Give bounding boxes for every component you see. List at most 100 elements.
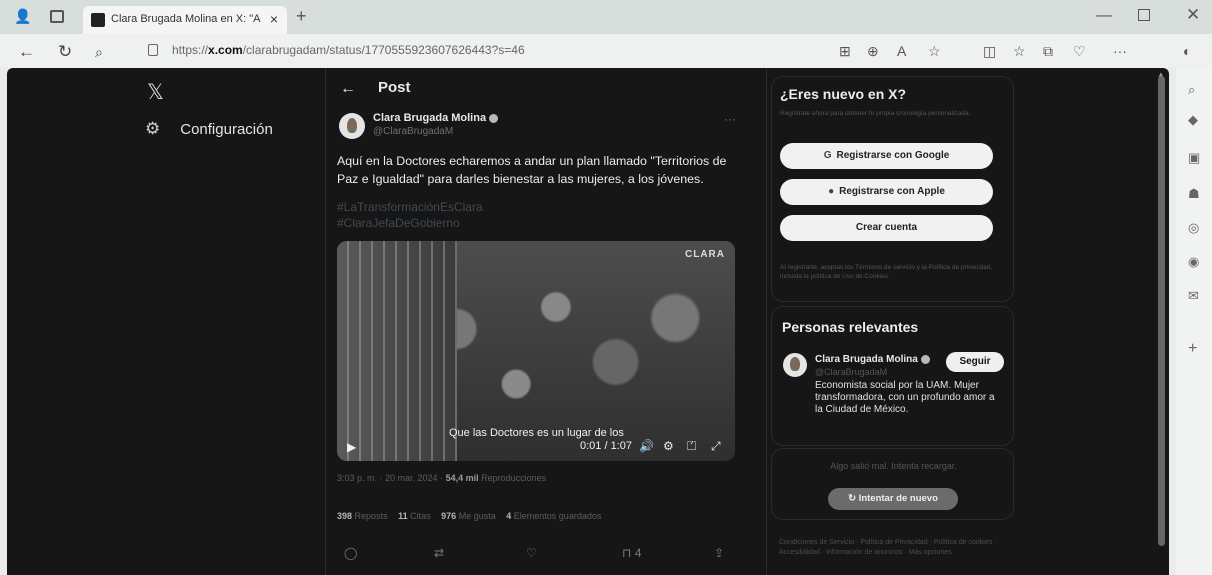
window-close-button[interactable]: ✕	[1186, 5, 1200, 25]
lock-icon[interactable]	[148, 44, 158, 56]
like-icon[interactable]: ♡	[526, 546, 537, 560]
minimize-button[interactable]: —	[1096, 7, 1112, 25]
settings-nav-item[interactable]: ⚙ Configuración	[145, 119, 273, 139]
author-handle[interactable]: @ClaraBrugadaM	[373, 126, 453, 137]
views-label: Reproducciones	[481, 473, 547, 483]
hashtag-link[interactable]: #ClaraJefaDeGobierno	[337, 215, 483, 231]
share-icon[interactable]: ⇪	[714, 546, 724, 560]
favorite-icon[interactable]: ☆	[928, 43, 941, 60]
post-meta: 3:03 p. m. · 20 mar. 2024 · 54,4 mil Rep…	[337, 473, 546, 483]
copilot-icon[interactable]: ◐	[1183, 43, 1191, 59]
relevant-bio: Economista social por la UAM. Mujer tran…	[815, 380, 995, 415]
reposts-stat[interactable]: 398 Reposts	[337, 511, 388, 521]
video-caption: Que las Doctores es un lugar de los	[449, 427, 624, 439]
tab-close-button[interactable]: ×	[270, 11, 278, 27]
verified-badge-icon	[489, 113, 499, 123]
briefcase-icon[interactable]: ▣	[1188, 150, 1200, 166]
post-more-button[interactable]: ···	[724, 112, 736, 126]
play-icon[interactable]: ▶	[347, 440, 356, 454]
edge-sidebar: ⌕ ◆ ▣ ☗ ◎ ◉ ✉ +	[1176, 68, 1212, 575]
reply-icon[interactable]: ◯	[344, 546, 357, 560]
gear-icon: ⚙	[145, 119, 161, 138]
post-column: ← Post Clara Brugada Molina @ClaraBrugad…	[325, 68, 767, 575]
error-card: Algo salió mal. Intenta recargar. ↻ Inte…	[771, 448, 1014, 520]
saves-stat[interactable]: 4 Elementos guardados	[506, 511, 601, 521]
heart-icon[interactable]: ♡	[1073, 43, 1086, 60]
apple-icon: ●	[828, 186, 835, 197]
tab-title: Clara Brugada Molina en X: "Aquí	[111, 13, 261, 25]
back-arrow-icon[interactable]: ←	[340, 80, 356, 98]
hashtag-link[interactable]: #LaTransformaciónEsClara	[337, 199, 483, 215]
follow-button[interactable]: Seguir	[946, 352, 1004, 372]
read-aloud-icon[interactable]: A	[897, 43, 906, 59]
settings-icon[interactable]: ⚙	[663, 439, 674, 453]
split-icon[interactable]: ◫	[983, 43, 996, 60]
error-message: Algo salió mal. Intenta recargar.	[830, 461, 957, 471]
add-sidebar-icon[interactable]: +	[1188, 340, 1197, 358]
tag-icon[interactable]: ◆	[1188, 112, 1198, 128]
browser-tab[interactable]: Clara Brugada Molina en X: "Aquí ×	[83, 6, 287, 34]
relevant-title: Personas relevantes	[782, 319, 919, 335]
likes-stat[interactable]: 976 Me gusta	[441, 511, 496, 521]
author-avatar[interactable]	[339, 113, 365, 139]
scrollbar[interactable]	[1158, 76, 1165, 546]
more-icon[interactable]: ···	[1113, 43, 1127, 59]
collections-icon[interactable]: ⧉	[1043, 43, 1053, 60]
profile-icon[interactable]: 👤	[14, 8, 36, 26]
views-count: 54,4 mil	[445, 473, 479, 483]
footer-links[interactable]: Condiciones de Servicio · Política de Pr…	[779, 538, 1009, 558]
google-icon: G	[823, 150, 832, 161]
video-gate	[337, 241, 457, 461]
quotes-stat[interactable]: 11 Citas	[398, 511, 431, 521]
refresh-icon[interactable]: ↻	[58, 42, 72, 62]
relevant-name[interactable]: Clara Brugada Molina	[815, 354, 930, 365]
post-actions: ◯ ⇄ ♡ ⊓ 4 ⇪	[326, 546, 768, 566]
google-signup-button[interactable]: G Registrarse con Google	[780, 143, 993, 169]
post-stats: 398 Reposts 11 Citas 976 Me gusta 4 Elem…	[337, 511, 609, 521]
relevant-handle[interactable]: @ClaraBrugadaM	[815, 367, 887, 377]
grid-icon[interactable]: ⊞	[839, 43, 851, 60]
fullscreen-icon[interactable]: ⤢	[711, 439, 721, 454]
signup-card: ¿Eres nuevo en X? Regístrate ahora para …	[771, 76, 1014, 302]
maximize-button[interactable]	[1138, 9, 1150, 21]
new-tab-button[interactable]: +	[296, 6, 307, 27]
signup-subtitle: Regístrate ahora para obtener tu propia …	[780, 110, 971, 117]
relevant-avatar[interactable]	[783, 353, 807, 377]
back-icon[interactable]: ←	[18, 42, 35, 62]
video-brand: CLARA	[685, 249, 725, 260]
signup-title: ¿Eres nuevo en X?	[780, 86, 907, 102]
captions-icon[interactable]: ⏍	[687, 439, 696, 454]
address-bar: ← ↻ ⌕ https://x.com/clarabrugadam/status…	[0, 34, 1212, 68]
browser-tab-bar: 👤 Clara Brugada Molina en X: "Aquí × + —…	[0, 0, 1212, 34]
relevant-people-card: Personas relevantes Clara Brugada Molina…	[771, 306, 1014, 446]
verified-badge-icon	[920, 354, 930, 364]
retry-button[interactable]: ↻ Intentar de nuevo	[828, 488, 958, 510]
search-icon[interactable]: ⌕	[95, 44, 103, 61]
url-field[interactable]: https://x.com/clarabrugadam/status/17705…	[172, 43, 525, 57]
mail-icon[interactable]: ✉	[1188, 288, 1199, 304]
author-name[interactable]: Clara Brugada Molina	[373, 112, 499, 124]
search-sidebar-icon[interactable]: ⌕	[1188, 82, 1195, 98]
retry-icon: ↻	[848, 493, 859, 504]
x-logo-icon[interactable]: 𝕏	[147, 80, 164, 104]
volume-icon[interactable]: 🔊	[639, 439, 654, 453]
bookmark-icon[interactable]: ⊓ 4	[622, 546, 641, 560]
games-icon[interactable]: ◉	[1188, 254, 1199, 270]
post-timestamp[interactable]: 3:03 p. m. · 20 mar. 2024 ·	[337, 473, 443, 483]
create-account-button[interactable]: Crear cuenta	[780, 215, 993, 241]
x-favicon-icon	[91, 13, 105, 27]
favorites-icon[interactable]: ☆	[1013, 43, 1026, 60]
post-text: Aquí en la Doctores echaremos a andar un…	[337, 154, 727, 186]
post-header-title: Post	[378, 79, 411, 96]
apple-signup-button[interactable]: ● Registrarse con Apple	[780, 179, 993, 205]
person-icon[interactable]: ☗	[1188, 186, 1200, 202]
x-page: 𝕏 ⚙ Configuración ← Post Clara Brugada M…	[7, 68, 1169, 575]
signup-legal: Al registrarte, aceptas los Términos de …	[780, 264, 993, 280]
circle-icon[interactable]: ◎	[1188, 220, 1199, 236]
video-time: 0:01 / 1:07	[580, 440, 632, 452]
tab-actions-icon[interactable]	[50, 10, 64, 23]
video-player[interactable]: CLARA Que las Doctores es un lugar de lo…	[337, 241, 735, 461]
repost-icon[interactable]: ⇄	[434, 546, 444, 560]
settings-label: Configuración	[180, 120, 273, 138]
zoom-icon[interactable]: ⊕	[867, 43, 879, 60]
